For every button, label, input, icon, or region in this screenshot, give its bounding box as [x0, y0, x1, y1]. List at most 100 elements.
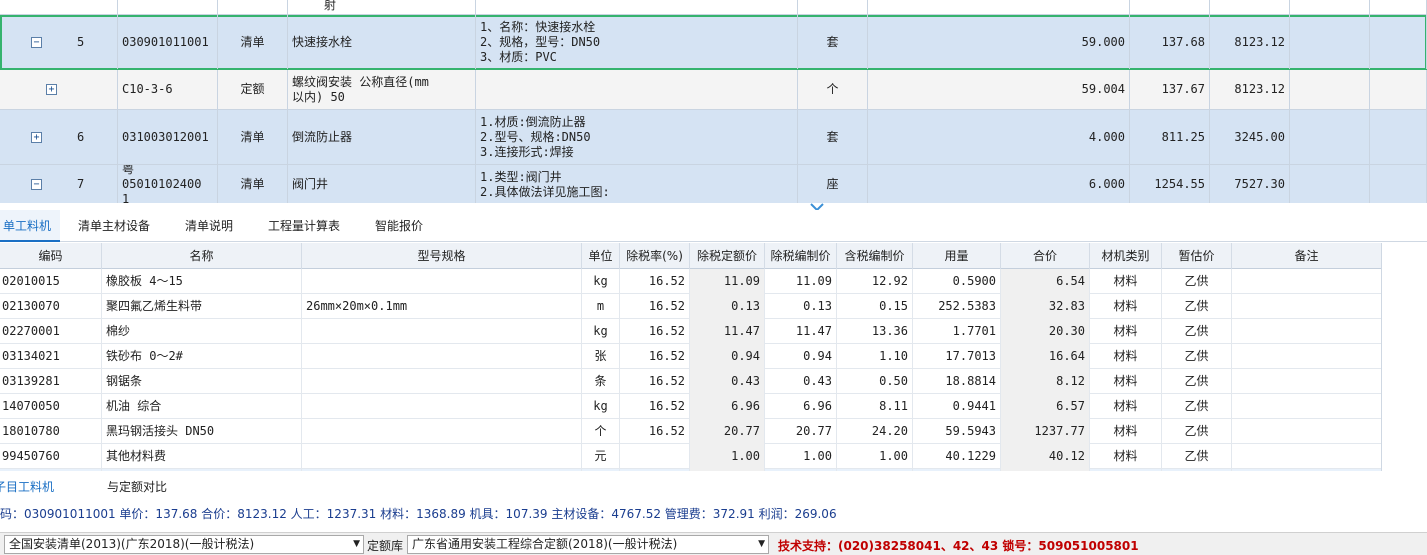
column-header[interactable]: 编码	[0, 243, 102, 269]
column-header[interactable]: 合价	[1001, 243, 1090, 269]
cell: 0.43	[765, 369, 837, 394]
cell	[302, 369, 582, 394]
unit-cell	[798, 0, 868, 14]
name-cell: 螺纹阀安装 公称直径(mm 以内) 50	[288, 70, 476, 109]
cell	[302, 344, 582, 369]
empty-cell	[1290, 110, 1370, 164]
bill-library-select[interactable]: 全国安装清单(2013)(广东2018)(一般计税法) ▼	[4, 535, 364, 554]
price-cell: 137.67	[1130, 70, 1210, 109]
name-cell: 射	[288, 0, 476, 14]
column-header[interactable]: 除税率(%)	[620, 243, 690, 269]
cell: 0.15	[837, 294, 913, 319]
cell: 16.64	[1001, 344, 1090, 369]
cell: 14070050	[0, 394, 102, 419]
seq-cell: −5	[0, 15, 118, 69]
cell: 02270001	[0, 319, 102, 344]
cell	[1232, 344, 1381, 369]
column-header[interactable]: 型号规格	[302, 243, 582, 269]
cell: 20.53	[690, 469, 765, 471]
tab-5[interactable]: 智能报价	[365, 210, 433, 242]
unit-cell: 个	[798, 70, 868, 109]
cell: 材料	[1090, 444, 1162, 469]
bill-row[interactable]: −5 030901011001 清单 快速接水栓 1、名称：快速接水栓 2、规格，型号：…	[0, 15, 1427, 70]
cell: 26mm×20m×0.1mm	[302, 294, 582, 319]
table-row[interactable]: 18010780 黑玛钢活接头 DN50 个 16.52 20.77 20.77 24.20…	[0, 419, 1381, 444]
table-row[interactable]: 03134021 铁砂布 0～2# 张 16.52 0.94 0.94 1.10 17.701…	[0, 344, 1381, 369]
tab-1[interactable]: 单工料机	[0, 210, 60, 242]
cell: 乙供	[1162, 444, 1232, 469]
table-row[interactable]: 02130070 聚四氟乙烯生料带 26mm×20m×0.1mm m 16.52 0.13…	[0, 294, 1381, 319]
seq-cell: −7	[0, 165, 118, 203]
seq-cell: +6	[0, 110, 118, 164]
cell: 20.77	[690, 419, 765, 444]
empty-cell	[1370, 110, 1427, 164]
table-row[interactable]: 02270001 棉纱 kg 16.52 11.47 11.47 13.36 1.7701 20…	[0, 319, 1381, 344]
quota-library-select[interactable]: 广东省通用安装工程综合定额(2018)(一般计税法) ▼	[407, 535, 769, 554]
cell: 16.52	[620, 419, 690, 444]
cell: 6.54	[1001, 269, 1090, 294]
column-header[interactable]: 除税定额价	[690, 243, 765, 269]
cell: 03139281	[0, 369, 102, 394]
type-cell: 清单	[218, 165, 288, 203]
cell: 张	[582, 344, 620, 369]
feature-cell: 1、名称：快速接水栓 2、规格，型号：DN50 3、材质：PVC	[476, 15, 798, 69]
cell: 99450760	[0, 444, 102, 469]
bill-row[interactable]: +6 031003012001 清单 倒流防止器 1.材质:倒流防止器 2.型号、规格:…	[0, 110, 1427, 165]
tab-4[interactable]: 工程量计算表	[258, 210, 350, 242]
column-header[interactable]: 名称	[102, 243, 302, 269]
cell: 0.13	[765, 294, 837, 319]
cell: 黑玛钢活接头 DN50	[102, 419, 302, 444]
column-header[interactable]: 暂估价	[1162, 243, 1232, 269]
cell: 99040010	[0, 469, 102, 471]
bill-table: 射 −5 030901011001 清单 快速接水栓 1、名称：快速接水栓 2、规格，型号…	[0, 0, 1427, 203]
cell: 聚四氟乙烯生料带	[102, 294, 302, 319]
quota-library-label: 定额库	[367, 539, 404, 553]
collapse-icon[interactable]: −	[31, 179, 42, 190]
detail-tabs: 单工料机 清单主材设备 清单说明 工程量计算表 智能报价	[0, 210, 1427, 242]
support-text: 技术支持：(020)38258041、42、43 锁号：509051005801	[778, 539, 1139, 553]
qty-cell: 4.000	[868, 110, 1130, 164]
column-header[interactable]: 备注	[1232, 243, 1381, 269]
qty-cell: 6.000	[868, 165, 1130, 203]
cell: 6.96	[690, 394, 765, 419]
column-header[interactable]: 材机类别	[1090, 243, 1162, 269]
cell: 11.47	[765, 319, 837, 344]
total-cell: 8123.12	[1210, 70, 1290, 109]
column-header[interactable]: 单位	[582, 243, 620, 269]
cell	[1232, 294, 1381, 319]
cell	[1232, 369, 1381, 394]
cell: 1.00	[837, 444, 913, 469]
cell: 13.36	[837, 319, 913, 344]
quota-row[interactable]: + C10-3-6 定额 螺纹阀安装 公称直径(mm 以内) 50 个 59.004 137…	[0, 70, 1427, 110]
table-row[interactable]: 03139281 钢锯条条 16.52 0.43 0.43 0.50 18.8814 8.12…	[0, 369, 1381, 394]
cell	[302, 419, 582, 444]
column-header[interactable]: 含税编制价	[837, 243, 913, 269]
total-cell: 3245.00	[1210, 110, 1290, 164]
bill-row[interactable]: −7 粤05010102400 1 清单 阀门井 1.类型:阀门井 2.具体做法详见施工…	[0, 165, 1427, 203]
cell: 材料	[1090, 344, 1162, 369]
table-row[interactable]: 99040010管子切断套丝机管径150(mm)内台班20.5320.5343.…	[0, 469, 1381, 471]
cell: 16.52	[620, 394, 690, 419]
unit-cell: 座	[798, 165, 868, 203]
expand-icon[interactable]: +	[46, 84, 57, 95]
tab-2[interactable]: 清单主材设备	[68, 210, 160, 242]
cell: 0.94	[765, 344, 837, 369]
cell: 20.30	[1001, 319, 1090, 344]
table-row[interactable]: 99450760 其他材料费元 1.00 1.00 1.00 40.1229 40.12 材料…	[0, 444, 1381, 469]
cell: 乙供	[1162, 344, 1232, 369]
cell: 0.0498	[913, 469, 1001, 471]
bottom-tab-2[interactable]: 与定额对比	[107, 478, 167, 495]
table-row[interactable]: 02010015 橡胶板 4～15 kg 16.52 11.09 11.09 12.92 0.…	[0, 269, 1381, 294]
bottom-tab-1[interactable]: 子目工料机	[0, 478, 54, 495]
table-row[interactable]: 14070050 机油 综合 kg 16.52 6.96 6.96 8.11 0.9441 6.…	[0, 394, 1381, 419]
column-header[interactable]: 除税编制价	[765, 243, 837, 269]
collapse-arrow-icon[interactable]	[810, 201, 824, 212]
tab-3[interactable]: 清单说明	[175, 210, 243, 242]
column-header[interactable]: 用量	[913, 243, 1001, 269]
partial-row[interactable]: 射	[0, 0, 1427, 15]
summary-status: 码：030901011001 单价：137.68 合价：8123.12 人工：1…	[0, 502, 1427, 526]
code-cell: 031003012001	[118, 110, 218, 164]
name-cell: 阀门井	[288, 165, 476, 203]
expand-icon[interactable]: +	[31, 131, 42, 143]
collapse-icon[interactable]: −	[31, 36, 42, 48]
